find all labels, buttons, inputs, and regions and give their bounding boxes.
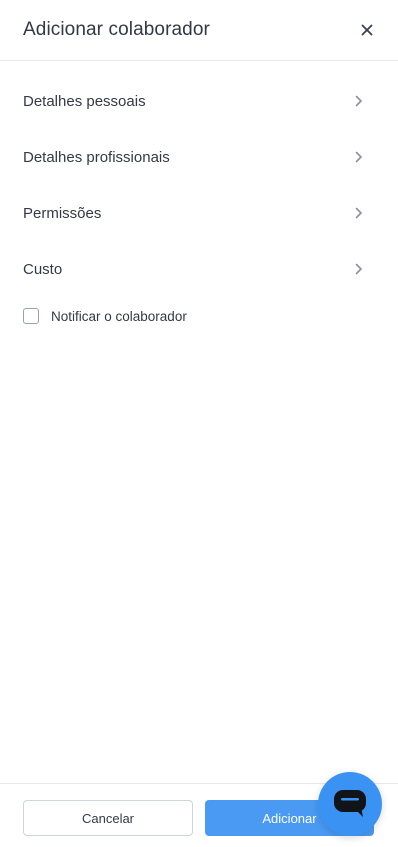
section-professional-details[interactable]: Detalhes profissionais	[0, 129, 398, 185]
section-label: Custo	[23, 260, 63, 278]
notify-label[interactable]: Notificar o colaborador	[51, 309, 187, 324]
cancel-button[interactable]: Cancelar	[23, 800, 193, 836]
panel-header: Adicionar colaborador	[0, 0, 398, 61]
chevron-right-icon	[354, 263, 364, 275]
section-permissions[interactable]: Permissões	[0, 185, 398, 241]
close-icon	[361, 24, 373, 36]
notify-checkbox[interactable]	[23, 308, 39, 324]
close-button[interactable]	[358, 21, 376, 39]
notify-collaborator-row: Notificar o colaborador	[0, 301, 398, 331]
chat-button[interactable]	[318, 772, 382, 836]
section-label: Permissões	[23, 204, 102, 222]
chevron-right-icon	[354, 151, 364, 163]
chevron-right-icon	[354, 207, 364, 219]
section-cost[interactable]: Custo	[0, 241, 398, 297]
add-collaborator-panel: Adicionar colaborador Detalhes pessoais …	[0, 0, 398, 847]
chevron-right-icon	[354, 95, 364, 107]
panel-title: Adicionar colaborador	[23, 19, 210, 40]
section-personal-details[interactable]: Detalhes pessoais	[0, 73, 398, 129]
section-label: Detalhes profissionais	[23, 148, 170, 166]
section-label: Detalhes pessoais	[23, 92, 146, 110]
chat-icon	[334, 790, 366, 817]
section-list: Detalhes pessoais Detalhes profissionais…	[0, 61, 398, 331]
